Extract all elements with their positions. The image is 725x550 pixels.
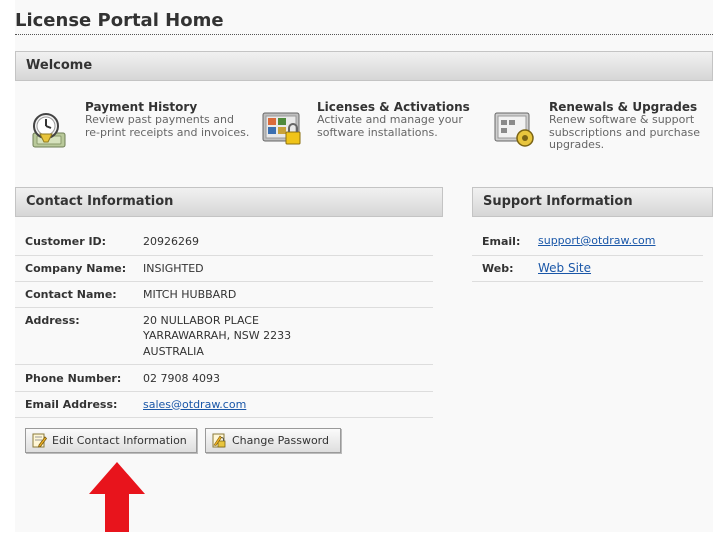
feature-title: Renewals & Upgrades xyxy=(549,100,698,114)
feature-description: Review past payments and re-print receip… xyxy=(85,113,250,139)
support-email-link[interactable]: support@otdraw.com xyxy=(538,234,656,247)
licenses-activations-icon xyxy=(262,108,304,150)
page-title: License Portal Home xyxy=(15,10,224,31)
address-line: 20 NULLABOR PLACE xyxy=(143,313,259,327)
address-line: AUSTRALIA xyxy=(143,344,204,358)
support-email-label: Email: xyxy=(472,228,538,256)
lock-edit-icon xyxy=(212,433,227,448)
contact-name-label: Contact Name: xyxy=(15,281,143,308)
table-row: Customer ID: 20926269 xyxy=(15,228,433,256)
table-row: Address: 20 NULLABOR PLACE YARRAWARRAH, … xyxy=(15,307,433,365)
red-arrow-annotation xyxy=(89,462,145,532)
support-web-label: Web: xyxy=(472,255,538,282)
table-row: Company Name: INSIGHTED xyxy=(15,255,433,282)
support-website-link[interactable]: Web Site xyxy=(538,261,591,275)
feature-description: Renew software & support subscriptions a… xyxy=(549,113,701,151)
title-divider xyxy=(15,34,713,35)
feature-title: Licenses & Activations xyxy=(317,100,470,114)
contact-table: Customer ID: 20926269 Company Name: INSI… xyxy=(15,228,433,418)
table-row: Email: support@otdraw.com xyxy=(472,228,703,256)
table-row: Contact Name: MITCH HUBBARD xyxy=(15,281,433,308)
support-table: Email: support@otdraw.com Web: Web Site xyxy=(472,228,703,282)
feature-description: Activate and manage your software instal… xyxy=(317,113,463,139)
phone-number-value: 02 7908 4093 xyxy=(143,364,433,392)
company-name-label: Company Name: xyxy=(15,255,143,282)
edit-icon xyxy=(32,433,48,448)
change-password-button[interactable]: Change Password xyxy=(205,428,341,453)
company-name-value: INSIGHTED xyxy=(143,255,433,282)
table-row: Web: Web Site xyxy=(472,255,703,282)
table-row: Email Address: sales@otdraw.com xyxy=(15,391,433,418)
address-value: 20 NULLABOR PLACE YARRAWARRAH, NSW 2233 … xyxy=(143,307,433,365)
edit-button-label: Edit Contact Information xyxy=(52,434,187,447)
customer-id-value: 20926269 xyxy=(143,228,433,256)
address-line: YARRAWARRAH, NSW 2233 xyxy=(143,329,292,342)
welcome-header: Welcome xyxy=(15,51,713,81)
payment-history-icon xyxy=(30,108,72,150)
phone-number-label: Phone Number: xyxy=(15,364,143,392)
email-address-label: Email Address: xyxy=(15,391,143,418)
table-row: Phone Number: 02 7908 4093 xyxy=(15,364,433,392)
support-header: Support Information xyxy=(472,187,713,217)
contact-name-value: MITCH HUBBARD xyxy=(143,281,433,308)
contact-header: Contact Information xyxy=(15,187,443,217)
renewals-upgrades-icon xyxy=(494,108,536,150)
feature-title: Payment History xyxy=(85,100,198,114)
edit-contact-information-button[interactable]: Edit Contact Information xyxy=(25,428,197,453)
address-label: Address: xyxy=(15,307,143,365)
email-address-link[interactable]: sales@otdraw.com xyxy=(143,398,246,411)
customer-id-label: Customer ID: xyxy=(15,228,143,256)
change-password-label: Change Password xyxy=(232,434,329,447)
